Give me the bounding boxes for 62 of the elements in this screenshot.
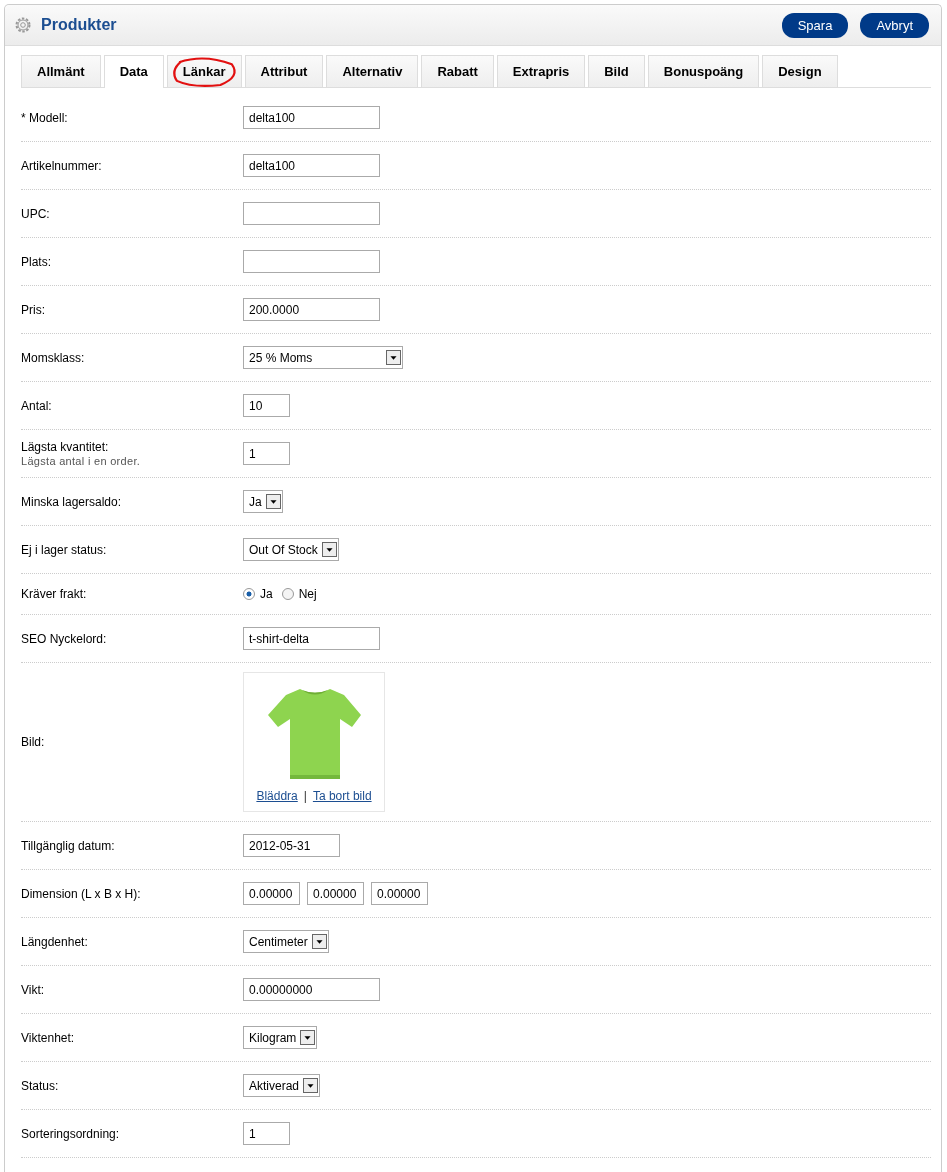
field-label: UPC: (21, 206, 51, 221)
tab[interactable]: Allmänt (21, 55, 101, 87)
cancel-button[interactable]: Avbryt (860, 12, 929, 38)
field-label: Status: (21, 1078, 60, 1093)
field-label: Plats: (21, 254, 52, 269)
field-label: Vikt: (21, 982, 46, 997)
field-label: Sorteringsordning: (21, 1126, 121, 1141)
text-field[interactable]: 10 (243, 394, 290, 417)
tab[interactable]: Design (762, 55, 838, 87)
field-label: * Modell: (21, 110, 69, 125)
text-field[interactable]: 0.00000000 (243, 978, 380, 1001)
radio-label: Ja (260, 587, 273, 601)
text-field[interactable]: delta100 (243, 154, 380, 177)
select-field[interactable]: Centimeter (243, 930, 329, 953)
field-label: Artikelnummer: (21, 158, 103, 173)
field-label: Antal: (21, 398, 53, 413)
select-field[interactable]: 25 % Moms (243, 346, 403, 369)
text-field[interactable]: 0.00000 (243, 882, 300, 905)
field-label: Tillgänglig datum: (21, 838, 116, 853)
tab[interactable]: Extrapris (496, 55, 586, 87)
save-button[interactable]: Spara (781, 12, 849, 38)
tab[interactable]: Data (103, 55, 164, 88)
field-label: Dimension (L x B x H): (21, 886, 142, 901)
text-field[interactable]: 0.00000 (371, 882, 428, 905)
text-field[interactable]: 1 (243, 442, 290, 465)
select-field[interactable]: Out Of Stock (243, 538, 339, 561)
radio-label: Nej (298, 587, 317, 601)
date-field[interactable]: 2012-05-31 (243, 834, 340, 857)
link-separator: | (303, 789, 307, 803)
field-label: Kräver frakt: (21, 587, 88, 601)
page-title: Produkter (41, 16, 118, 34)
field-label: Ej i lager status: (21, 542, 108, 557)
radio-button[interactable] (281, 588, 294, 600)
text-field[interactable] (243, 250, 380, 273)
text-field[interactable]: 1 (243, 1122, 290, 1145)
tab[interactable]: Rabatt (421, 55, 494, 87)
field-label: Momsklass: (21, 350, 86, 365)
select-field[interactable]: Ja (243, 490, 283, 513)
radio-button[interactable] (243, 588, 255, 600)
field-label: SEO Nyckelord: (21, 631, 108, 646)
help-text: Lägsta antal i en order. (21, 455, 142, 467)
tab[interactable]: Bild (588, 55, 645, 87)
text-field[interactable] (243, 202, 380, 225)
field-label: Längdenhet: (21, 934, 89, 949)
tab[interactable]: Bonuspoäng (647, 55, 760, 87)
remove-image-link[interactable]: Ta bort bild (312, 789, 372, 803)
field-label: Viktenhet: (21, 1030, 76, 1045)
text-field[interactable]: t-shirt-delta (243, 627, 380, 650)
tab[interactable]: Attribut (244, 55, 324, 87)
field-label: Minska lagersaldo: (21, 494, 123, 509)
gear-icon (13, 15, 33, 35)
tab[interactable]: Alternativ (326, 55, 419, 87)
select-field[interactable]: Aktiverad (243, 1074, 321, 1097)
text-field[interactable]: delta100 (243, 106, 380, 129)
select-field[interactable]: Kilogram (243, 1026, 318, 1049)
field-label: Lägsta kvantitet: (21, 440, 110, 454)
field-label: Pris: (21, 302, 46, 317)
field-label: Bild: (21, 735, 46, 749)
browse-link[interactable]: Bläddra (256, 789, 298, 803)
text-field[interactable]: 200.0000 (243, 298, 380, 321)
tab[interactable]: Länkar (166, 55, 242, 87)
text-field[interactable]: 0.00000 (307, 882, 364, 905)
